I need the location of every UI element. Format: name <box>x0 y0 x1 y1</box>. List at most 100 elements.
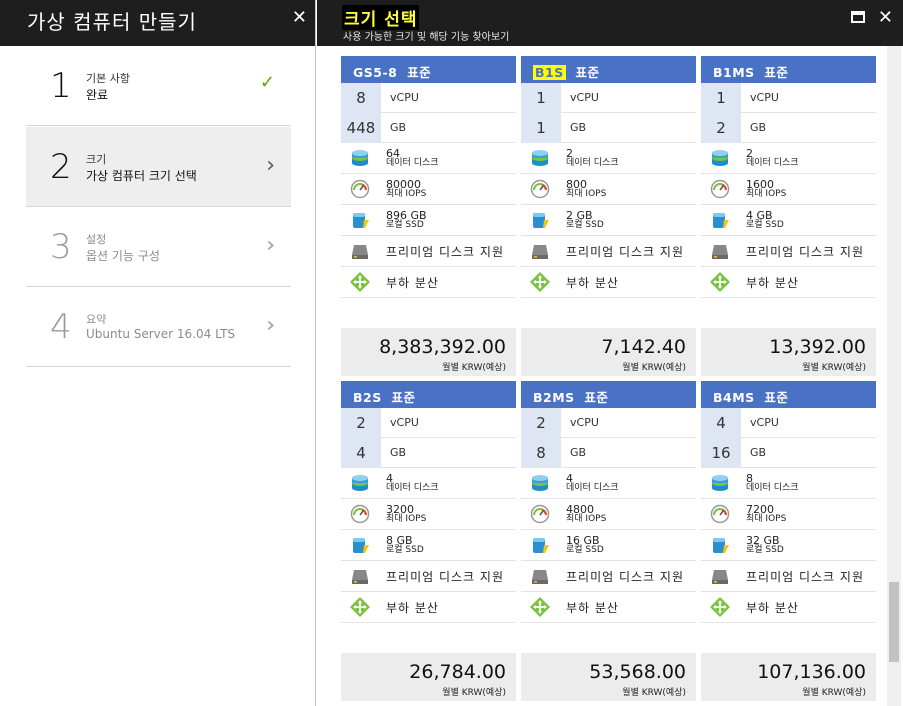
step-size[interactable]: 2 크기 가상 컴퓨터 크기 선택 › <box>26 127 291 207</box>
data-disks-label: 데이터 디스크 <box>566 158 619 169</box>
vcpu-value: 1 <box>701 82 741 113</box>
close-icon[interactable]: ✕ <box>292 7 307 28</box>
iops-row: 800 최대 IOPS <box>521 174 696 205</box>
maximize-icon[interactable] <box>851 11 865 23</box>
premium-disk-label: 프리미엄 디스크 지원 <box>566 569 684 584</box>
scrollbar-thumb[interactable] <box>889 582 899 662</box>
load-balancing-label: 부하 분산 <box>566 275 619 290</box>
vcpu-value: 8 <box>341 82 381 113</box>
card-header: B4MS 표준 <box>701 381 876 408</box>
memory-row: 448 GB <box>341 112 516 143</box>
card-header: B1MS 표준 <box>701 56 876 83</box>
memory-value: 1 <box>521 112 561 143</box>
data-disks-row: 4 데이터 디스크 <box>521 468 696 499</box>
vcpu-row: 2 vCPU <box>521 407 696 438</box>
load-balancing-row: 부하 분산 <box>701 592 876 623</box>
memory-label: GB <box>570 446 587 459</box>
checkmark-icon: ✓ <box>259 72 275 93</box>
data-disks-row: 64 데이터 디스크 <box>341 143 516 174</box>
price-note: 월별 KRW(예상) <box>622 363 686 373</box>
chevron-right-icon: › <box>266 233 275 258</box>
size-card-b2ms[interactable]: B2MS 표준 2 vCPU 8 GB 4 데이터 디스크 4800 최대 IO… <box>521 381 696 701</box>
size-card-gs5-8[interactable]: GS5-8 표준 8 vCPU 448 GB 64 데이터 디스크 80000 … <box>341 56 516 376</box>
data-disks-row: 2 데이터 디스크 <box>521 143 696 174</box>
vcpu-label: vCPU <box>570 91 599 104</box>
card-header: B1S 표준 <box>521 56 696 83</box>
card-footer: 8,383,392.00 월별 KRW(예상) <box>341 328 516 376</box>
data-disks-icon <box>712 475 728 491</box>
data-disks-label: 데이터 디스크 <box>566 483 619 494</box>
ssd-icon <box>713 213 729 228</box>
vcpu-label: vCPU <box>750 91 779 104</box>
card-tier: 표준 <box>407 65 432 80</box>
card-footer: 26,784.00 월별 KRW(예상) <box>341 653 516 701</box>
memory-row: 16 GB <box>701 437 876 468</box>
local-ssd-label: 로컬 SSD <box>566 220 604 231</box>
local-ssd-row: 4 GB 로컬 SSD <box>701 205 876 236</box>
step-number: 3 <box>50 227 72 267</box>
iops-label: 최대 IOPS <box>566 514 607 525</box>
size-card-b1ms[interactable]: B1MS 표준 1 vCPU 2 GB 2 데이터 디스크 1600 최대 IO… <box>701 56 876 376</box>
data-disks-label: 데이터 디스크 <box>746 483 799 494</box>
price-note: 월별 KRW(예상) <box>442 688 506 698</box>
step-label: 요약 <box>86 313 107 326</box>
iops-row: 4800 최대 IOPS <box>521 499 696 530</box>
wizard-header: 가상 컴퓨터 만들기 ✕ <box>0 0 315 46</box>
local-ssd-label: 로컬 SSD <box>746 220 784 231</box>
data-disks-icon <box>532 150 548 166</box>
memory-row: 8 GB <box>521 437 696 468</box>
wizard-blade: 가상 컴퓨터 만들기 ✕ 1 기본 사항 완료 ✓ 2 크기 가상 컴퓨터 크기… <box>0 0 316 706</box>
card-size-name: B4MS <box>713 390 755 405</box>
card-size-name: B2S <box>353 390 382 405</box>
size-card-b4ms[interactable]: B4MS 표준 4 vCPU 16 GB 8 데이터 디스크 7200 최대 I… <box>701 381 876 701</box>
vcpu-row: 1 vCPU <box>701 82 876 113</box>
premium-disk-icon <box>352 245 368 259</box>
premium-disk-icon <box>712 570 728 584</box>
vcpu-row: 4 vCPU <box>701 407 876 438</box>
memory-label: GB <box>750 121 767 134</box>
step-basics[interactable]: 1 기본 사항 완료 ✓ <box>26 46 291 126</box>
close-icon[interactable]: ✕ <box>878 7 893 28</box>
monthly-price: 13,392.00 <box>769 336 866 358</box>
load-balancing-row: 부하 분산 <box>521 267 696 298</box>
vcpu-label: vCPU <box>390 91 419 104</box>
vcpu-row: 8 vCPU <box>341 82 516 113</box>
step-summary[interactable]: 4 요약 Ubuntu Server 16.04 LTS › <box>26 287 291 367</box>
monthly-price: 53,568.00 <box>589 661 686 683</box>
data-disks-label: 데이터 디스크 <box>386 483 439 494</box>
card-size-name: B2MS <box>533 390 575 405</box>
ssd-icon <box>353 213 369 228</box>
premium-disk-label: 프리미엄 디스크 지원 <box>566 244 684 259</box>
load-balancing-label: 부하 분산 <box>386 600 439 615</box>
memory-label: GB <box>390 446 407 459</box>
premium-disk-label: 프리미엄 디스크 지원 <box>746 244 864 259</box>
step-number: 2 <box>50 147 72 187</box>
wizard-title: 가상 컴퓨터 만들기 <box>27 10 197 34</box>
data-disks-icon <box>712 150 728 166</box>
load-balancing-label: 부하 분산 <box>746 600 799 615</box>
chevron-right-icon: › <box>266 313 275 338</box>
load-balancing-row: 부하 분산 <box>521 592 696 623</box>
vcpu-value: 2 <box>341 407 381 438</box>
card-tier: 표준 <box>764 390 789 405</box>
card-size-name: B1S <box>533 65 566 80</box>
card-tier: 표준 <box>391 390 416 405</box>
step-settings[interactable]: 3 설정 옵션 기능 구성 › <box>26 207 291 287</box>
load-balancing-label: 부하 분산 <box>386 275 439 290</box>
step-subtitle: 옵션 기능 구성 <box>86 249 160 263</box>
scrollbar[interactable] <box>887 46 901 706</box>
size-card-b1s[interactable]: B1S 표준 1 vCPU 1 GB 2 데이터 디스크 800 최대 IOPS… <box>521 56 696 376</box>
vcpu-value: 1 <box>521 82 561 113</box>
size-card-b2s[interactable]: B2S 표준 2 vCPU 4 GB 4 데이터 디스크 3200 최대 IOP… <box>341 381 516 701</box>
memory-label: GB <box>570 121 587 134</box>
step-subtitle: 완료 <box>86 88 109 102</box>
memory-row: 1 GB <box>521 112 696 143</box>
vcpu-label: vCPU <box>570 416 599 429</box>
price-note: 월별 KRW(예상) <box>622 688 686 698</box>
premium-disk-label: 프리미엄 디스크 지원 <box>386 244 504 259</box>
local-ssd-label: 로컬 SSD <box>386 220 424 231</box>
step-label: 설정 <box>86 233 107 246</box>
step-subtitle: Ubuntu Server 16.04 LTS <box>86 327 236 341</box>
local-ssd-row: 896 GB 로컬 SSD <box>341 205 516 236</box>
memory-label: GB <box>390 121 407 134</box>
